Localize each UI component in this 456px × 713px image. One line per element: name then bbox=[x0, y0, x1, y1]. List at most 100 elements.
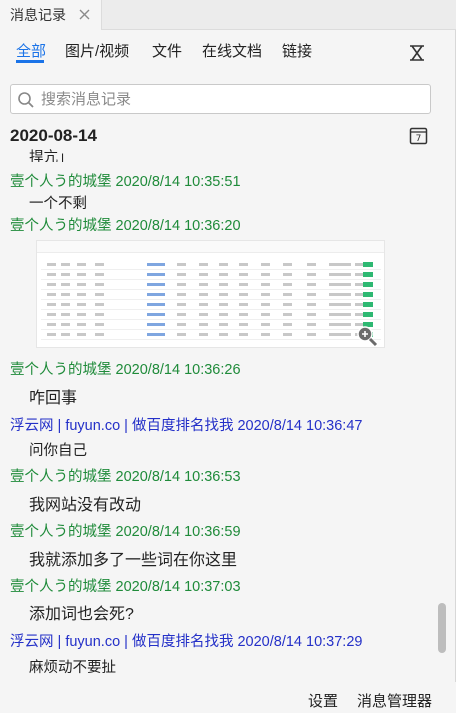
thumbnail-cell bbox=[147, 273, 165, 276]
message-text: 我网站没有改动 bbox=[29, 497, 142, 514]
thumbnail-cell bbox=[147, 263, 165, 266]
thumbnail-cell bbox=[95, 263, 104, 266]
thumbnail-cell bbox=[177, 313, 186, 316]
thumbnail-cell bbox=[219, 273, 228, 276]
thumbnail-cell bbox=[47, 293, 56, 296]
date-header: 2020-08-14 bbox=[10, 126, 97, 145]
thumbnail-cell bbox=[95, 293, 104, 296]
thumbnail-cell bbox=[147, 303, 165, 306]
thumbnail-cell bbox=[199, 273, 208, 276]
thumbnail-cell bbox=[261, 263, 270, 266]
thumbnail-row-divider bbox=[41, 319, 381, 320]
thumbnail-cell bbox=[177, 293, 186, 296]
search-icon bbox=[18, 92, 34, 108]
thumbnail-cell bbox=[47, 303, 56, 306]
thumbnail-cell bbox=[239, 323, 248, 326]
thumbnail-cell bbox=[61, 273, 70, 276]
calendar-icon[interactable]: 7 bbox=[409, 126, 428, 145]
thumbnail-cell bbox=[307, 293, 316, 296]
filter-tab-images-videos[interactable]: 图片/视频 bbox=[65, 40, 129, 61]
thumbnail-cell bbox=[219, 303, 228, 306]
settings-button[interactable]: 设置 bbox=[308, 690, 338, 711]
thumbnail-badge bbox=[363, 272, 373, 277]
thumbnail-cell bbox=[283, 293, 292, 296]
thumbnail-cell bbox=[61, 283, 70, 286]
thumbnail-cell bbox=[261, 333, 270, 336]
thumbnail-cell bbox=[261, 323, 270, 326]
thumbnail-row-divider bbox=[41, 299, 381, 300]
message-sender: 壹个人う的城堡 2020/8/14 10:37:03 bbox=[10, 579, 241, 595]
thumbnail-cell bbox=[147, 313, 165, 316]
thumbnail-cell bbox=[261, 283, 270, 286]
filter-tab-links[interactable]: 链接 bbox=[282, 40, 312, 61]
thumbnail-cell bbox=[329, 263, 351, 266]
thumbnail-cell bbox=[283, 333, 292, 336]
thumbnail-cell bbox=[283, 273, 292, 276]
thumbnail-cell bbox=[177, 283, 186, 286]
thumbnail-cell bbox=[77, 263, 86, 266]
thumbnail-cell bbox=[177, 263, 186, 266]
thumbnail-cell bbox=[261, 273, 270, 276]
thumbnail-cell bbox=[329, 323, 351, 326]
thumbnail-cell bbox=[283, 283, 292, 286]
scrollbar-thumb[interactable] bbox=[438, 603, 446, 653]
thumbnail-cell bbox=[329, 333, 351, 336]
message-sender: 浮云网 | fuyun.co | 做百度排名找我 2020/8/14 10:36… bbox=[10, 418, 363, 434]
close-icon[interactable] bbox=[78, 8, 91, 21]
active-tab-indicator bbox=[16, 60, 44, 63]
thumbnail-cell bbox=[307, 333, 316, 336]
thumbnail-cell bbox=[329, 313, 351, 316]
thumbnail-cell bbox=[239, 293, 248, 296]
zoom-icon[interactable] bbox=[356, 325, 378, 347]
thumbnail-cell bbox=[177, 273, 186, 276]
filter-tab-files[interactable]: 文件 bbox=[152, 40, 182, 61]
scrollbar-track[interactable] bbox=[437, 148, 449, 678]
thumbnail-cell bbox=[61, 293, 70, 296]
thumbnail-cell bbox=[307, 283, 316, 286]
tab-title: 消息记录 bbox=[10, 7, 66, 23]
thumbnail-cell bbox=[95, 313, 104, 316]
image-thumbnail[interactable] bbox=[36, 240, 385, 348]
message-manager-button[interactable]: 消息管理器 bbox=[357, 690, 432, 711]
thumbnail-cell bbox=[283, 313, 292, 316]
filter-tab-all[interactable]: 全部 bbox=[16, 40, 46, 61]
message-sender: 浮云网 | fuyun.co | 做百度排名找我 2020/8/14 10:37… bbox=[10, 634, 363, 650]
thumbnail-badge bbox=[363, 292, 373, 297]
thumbnail-cell bbox=[199, 333, 208, 336]
thumbnail-row-divider bbox=[41, 289, 381, 290]
thumbnail-cell bbox=[219, 333, 228, 336]
thumbnail-cell bbox=[261, 313, 270, 316]
thumbnail-cell bbox=[47, 333, 56, 336]
thumbnail-cell bbox=[219, 293, 228, 296]
hourglass-icon[interactable] bbox=[408, 44, 426, 62]
thumbnail-cell bbox=[239, 273, 248, 276]
thumbnail-cell bbox=[219, 263, 228, 266]
footer-bar: 设置 消息管理器 bbox=[0, 682, 456, 713]
thumbnail-cell bbox=[307, 273, 316, 276]
thumbnail-cell bbox=[199, 303, 208, 306]
thumbnail-cell bbox=[239, 333, 248, 336]
thumbnail-cell bbox=[199, 263, 208, 266]
filter-tab-online-docs[interactable]: 在线文档 bbox=[202, 40, 262, 61]
thumbnail-cell bbox=[95, 273, 104, 276]
tab-message-history[interactable]: 消息记录 bbox=[0, 0, 102, 30]
thumbnail-cell bbox=[177, 323, 186, 326]
thumbnail-cell bbox=[77, 273, 86, 276]
thumbnail-cell bbox=[147, 293, 165, 296]
message-text: 问你自己 bbox=[29, 443, 87, 459]
search-input[interactable] bbox=[41, 89, 421, 109]
thumbnail-cell bbox=[147, 283, 165, 286]
search-box[interactable] bbox=[10, 84, 431, 114]
tab-bar: 消息记录 bbox=[0, 0, 456, 30]
thumbnail-cell bbox=[199, 323, 208, 326]
thumbnail-cell bbox=[329, 283, 351, 286]
thumbnail-cell bbox=[47, 283, 56, 286]
thumbnail-cell bbox=[199, 313, 208, 316]
thumbnail-badge bbox=[363, 302, 373, 307]
thumbnail-cell bbox=[239, 313, 248, 316]
thumbnail-cell bbox=[177, 333, 186, 336]
message-list-continued: 壹个人う的城堡 2020/8/14 10:36:26 咋回事 浮云网 | fuy… bbox=[0, 358, 456, 678]
thumbnail-cell bbox=[47, 263, 56, 266]
thumbnail-cell bbox=[95, 323, 104, 326]
thumbnail-cell bbox=[239, 263, 248, 266]
